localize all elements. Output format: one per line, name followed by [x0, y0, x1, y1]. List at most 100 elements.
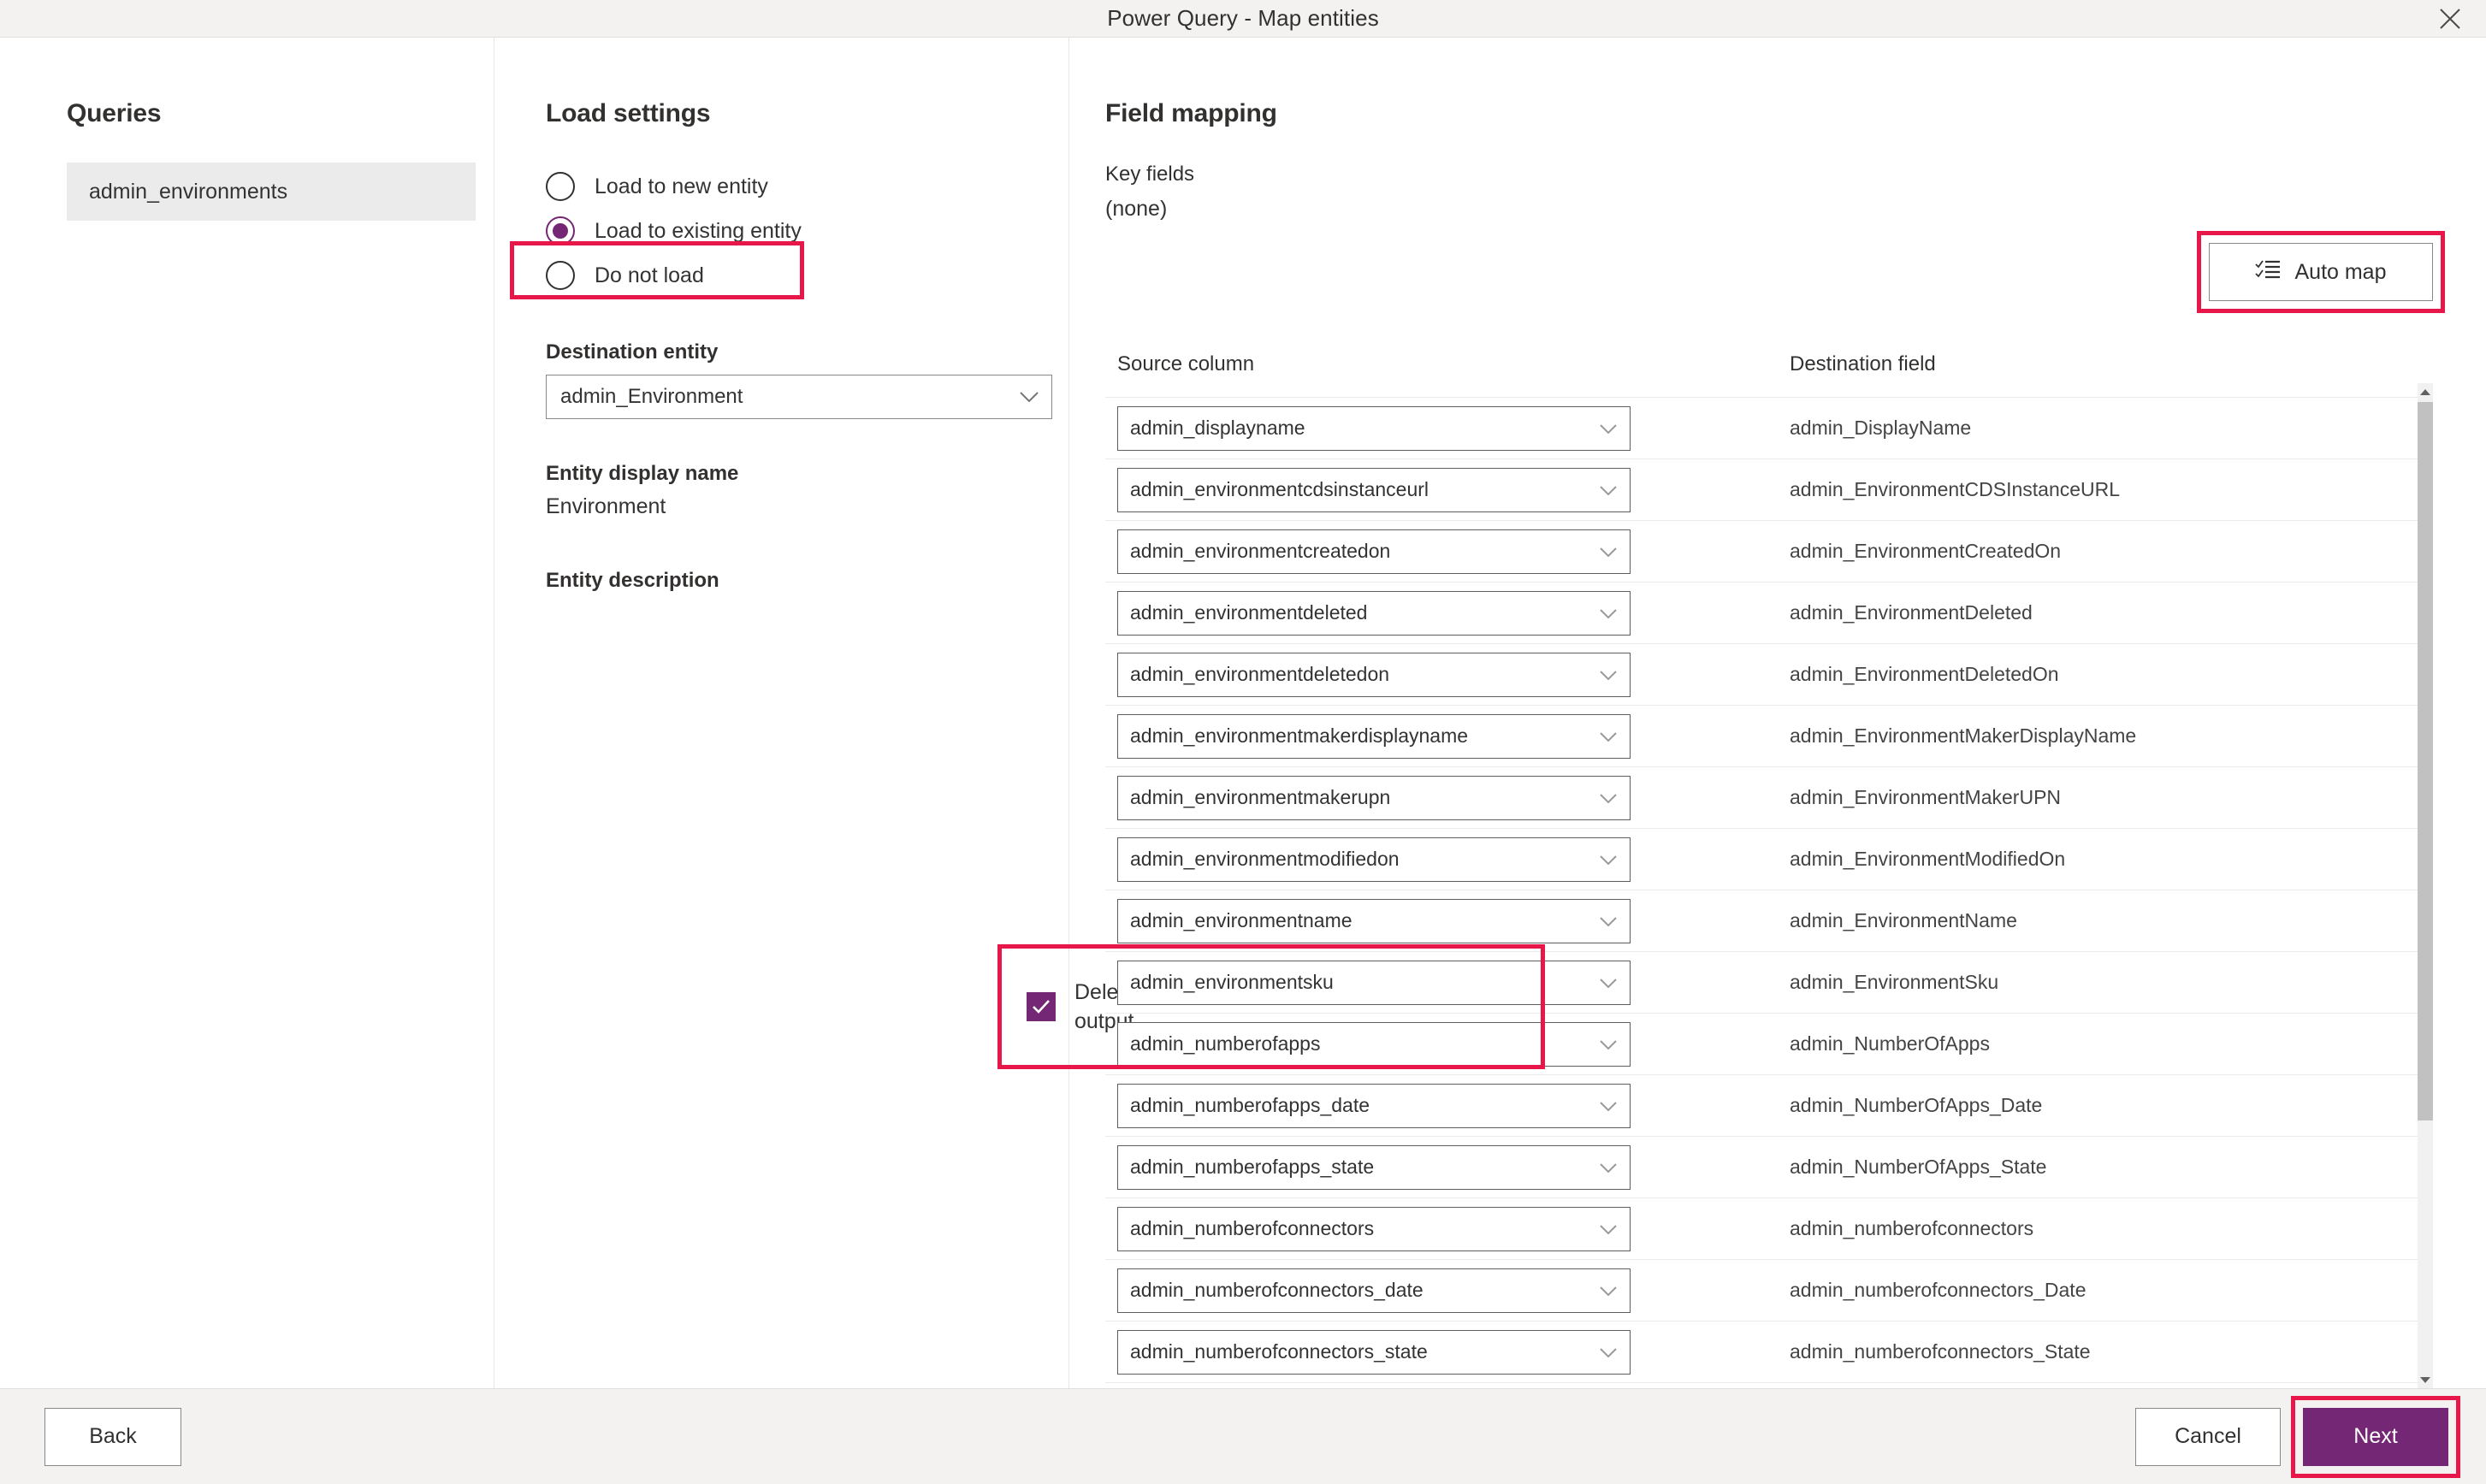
dialog-body: Queries admin_environments Load settings… [0, 38, 2486, 1388]
table-row: admin_numberofconnectors admin_numberofco… [1105, 1198, 2418, 1260]
chevron-down-icon [1019, 385, 1039, 409]
table-row: admin_environmentcdsinstanceurl admin_Env… [1105, 459, 2418, 521]
next-button[interactable]: Next [2303, 1407, 2448, 1466]
source-column-select[interactable]: admin_numberofconnectors_date [1117, 1268, 1631, 1313]
source-column-select[interactable]: admin_environmentmakerdisplayname [1117, 713, 1631, 759]
radio-circle-icon [546, 261, 575, 290]
source-column-value: admin_environmentmodifiedon [1130, 848, 1400, 870]
auto-map-label: Auto map [2294, 259, 2387, 284]
table-row: admin_environmentmakerupn admin_Environme… [1105, 767, 2418, 829]
chevron-down-icon [1599, 663, 1618, 686]
destination-field-value: admin_EnvironmentCDSInstanceURL [1790, 478, 2121, 500]
destination-field-value: admin_EnvironmentDeleted [1790, 601, 2033, 624]
radio-do-not-load[interactable]: Do not load [546, 253, 1068, 298]
destination-entity-label: Destination entity [546, 340, 719, 364]
field-mapping-panel: Field mapping Key fields (none) Auto map [1069, 38, 2486, 1388]
scroll-up-arrow-icon[interactable] [2418, 383, 2433, 400]
chevron-down-icon [1599, 1340, 1618, 1363]
source-column-select[interactable]: admin_environmentdeleted [1117, 590, 1631, 636]
table-row: admin_environmentname admin_EnvironmentNa… [1105, 890, 2418, 952]
source-column-select[interactable]: admin_environmentdeletedon [1117, 652, 1631, 697]
radio-load-to-new-entity[interactable]: Load to new entity [546, 164, 1068, 209]
source-column-value: admin_numberofconnectors_state [1130, 1340, 1428, 1363]
auto-map-container: Auto map [2197, 231, 2445, 313]
entity-display-name-label: Entity display name [546, 462, 739, 485]
radio-label-do-not-load: Do not load [595, 263, 704, 287]
cancel-button[interactable]: Cancel [2135, 1407, 2281, 1466]
source-column-select[interactable]: admin_environmentmodifiedon [1117, 837, 1631, 882]
dialog-footer: Back Cancel Next [0, 1388, 2486, 1484]
table-row: admin_environmentmakerdisplayname admin_E… [1105, 706, 2418, 767]
source-column-select[interactable]: admin_environmentname [1117, 898, 1631, 943]
destination-entity-select[interactable]: admin_Environment [546, 375, 1052, 419]
source-column-select[interactable]: admin_numberofapps [1117, 1021, 1631, 1067]
entity-description-label: Entity description [546, 569, 719, 592]
key-fields-value: (none) [1105, 197, 1168, 221]
destination-field-value: admin_numberofconnectors_State [1790, 1340, 2091, 1363]
table-row: admin_environmentdeletedon admin_Environm… [1105, 644, 2418, 706]
destination-field-value: admin_DisplayName [1790, 417, 1972, 439]
radio-load-to-existing-entity[interactable]: Load to existing entity [546, 209, 1068, 253]
back-button[interactable]: Back [44, 1407, 181, 1466]
table-row: admin_numberofapps_date admin_NumberOfApp… [1105, 1075, 2418, 1137]
destination-field-value: admin_EnvironmentMakerUPN [1790, 786, 2062, 808]
queries-panel: Queries admin_environments [0, 38, 494, 1388]
source-column-value: admin_environmentsku [1130, 971, 1334, 993]
table-row: admin_environmentcreatedon admin_Environm… [1105, 521, 2418, 582]
source-column-select[interactable]: admin_environmentcreatedon [1117, 529, 1631, 574]
chevron-down-icon [1599, 417, 1618, 440]
footer-actions: Cancel Next [2135, 1395, 2460, 1478]
chevron-down-icon [1599, 1032, 1618, 1055]
table-row: admin_numberofapps_state admin_NumberOfAp… [1105, 1137, 2418, 1198]
source-column-select[interactable]: admin_environmentmakerupn [1117, 775, 1631, 820]
source-column-select[interactable]: admin_numberofapps_date [1117, 1083, 1631, 1128]
source-column-select[interactable]: admin_numberofconnectors [1117, 1206, 1631, 1251]
window-title-bar: Power Query - Map entities [0, 0, 2486, 38]
table-row: admin_numberofapps admin_NumberOfApps [1105, 1014, 2418, 1075]
source-column-value: admin_numberofapps_date [1130, 1094, 1370, 1116]
source-column-select[interactable]: admin_numberofapps_state [1117, 1144, 1631, 1190]
table-row: admin_environmentdeleted admin_Environmen… [1105, 582, 2418, 644]
source-column-value: admin_environmentcreatedon [1130, 540, 1391, 562]
destination-field-value: admin_EnvironmentName [1790, 909, 2017, 931]
source-column-value: admin_displayname [1130, 417, 1305, 439]
auto-map-button[interactable]: Auto map [2209, 243, 2433, 301]
destination-field-value: admin_numberofconnectors [1790, 1217, 2034, 1239]
source-column-value: admin_numberofconnectors [1130, 1217, 1375, 1239]
destination-entity-value: admin_Environment [560, 385, 743, 408]
chevron-down-icon [1599, 909, 1618, 932]
close-icon[interactable] [2426, 0, 2474, 38]
checkbox-checked-icon[interactable] [1027, 992, 1056, 1021]
cancel-button-label: Cancel [2175, 1424, 2241, 1448]
radio-label-load-to-new-entity: Load to new entity [595, 174, 768, 198]
table-row: admin_numberofconnectors_state admin_numb… [1105, 1321, 2418, 1383]
chevron-down-icon [1599, 724, 1618, 748]
field-mapping-header: Field mapping Key fields (none) [1069, 99, 2486, 222]
window-title: Power Query - Map entities [1107, 5, 1379, 31]
chevron-down-icon [1599, 601, 1618, 624]
column-header-source: Source column [1117, 352, 1255, 375]
source-column-value: admin_environmentdeleted [1130, 601, 1368, 624]
query-item-label: admin_environments [89, 179, 288, 204]
source-column-select[interactable]: admin_displayname [1117, 405, 1631, 451]
chevron-down-icon [1599, 1156, 1618, 1179]
table-row: admin_displayname admin_DisplayName [1105, 398, 2418, 459]
destination-field-value: admin_NumberOfApps_State [1790, 1156, 2047, 1178]
source-column-value: admin_numberofconnectors_date [1130, 1279, 1424, 1301]
source-column-select[interactable]: admin_environmentsku [1117, 960, 1631, 1005]
chevron-down-icon [1599, 478, 1618, 501]
source-column-select[interactable]: admin_numberofconnectors_state [1117, 1329, 1631, 1375]
field-mapping-scrollbar[interactable] [2418, 383, 2433, 1388]
destination-field-value: admin_EnvironmentDeletedOn [1790, 663, 2059, 685]
scroll-down-arrow-icon[interactable] [2418, 1371, 2433, 1388]
destination-field-value: admin_NumberOfApps_Date [1790, 1094, 2043, 1116]
query-list-item-admin-environments[interactable]: admin_environments [67, 163, 476, 221]
table-row: admin_environmentmodifiedon admin_Environ… [1105, 829, 2418, 890]
radio-circle-selected-icon [546, 216, 575, 245]
destination-field-value: admin_EnvironmentMakerDisplayName [1790, 724, 2137, 747]
scrollbar-thumb[interactable] [2418, 402, 2433, 1120]
source-column-select[interactable]: admin_environmentcdsinstanceurl [1117, 467, 1631, 512]
key-fields-label: Key fields [1105, 163, 1195, 186]
source-column-value: admin_environmentcdsinstanceurl [1130, 478, 1429, 500]
source-column-value: admin_numberofapps_state [1130, 1156, 1375, 1178]
